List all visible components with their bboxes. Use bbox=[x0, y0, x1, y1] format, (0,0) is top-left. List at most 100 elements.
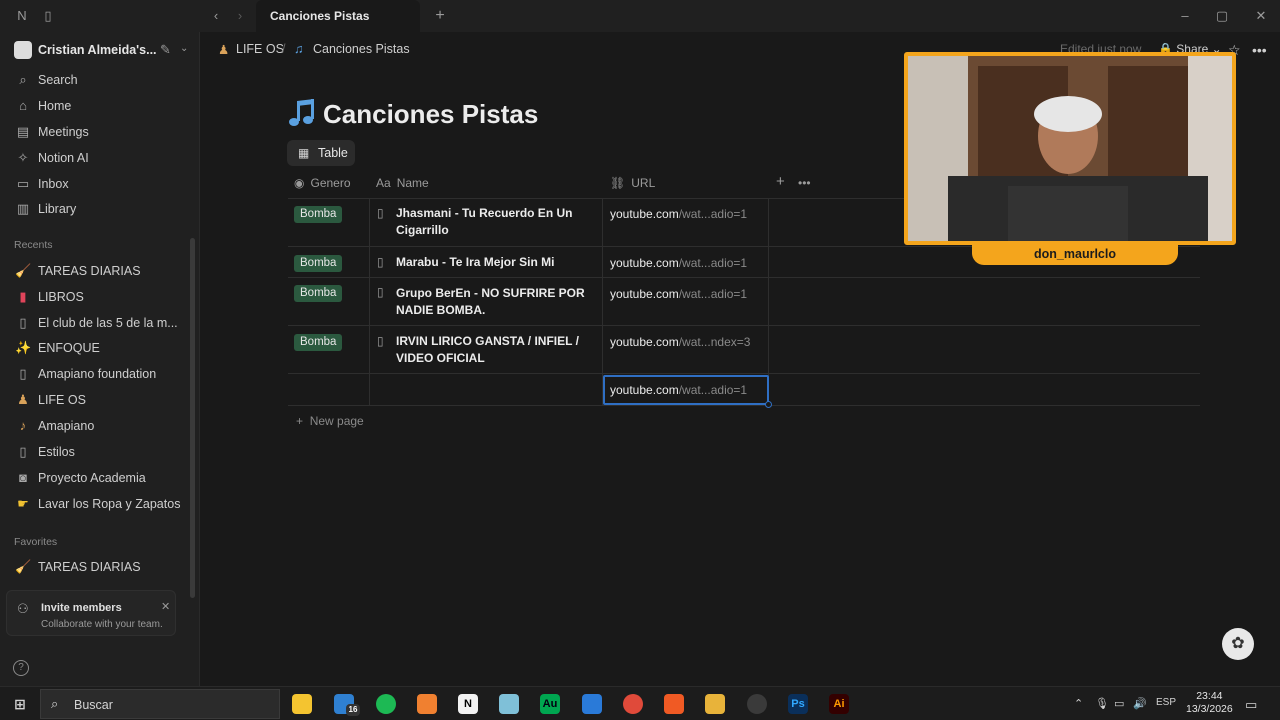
tray-chevron-icon[interactable]: ⌃ bbox=[1074, 697, 1083, 710]
url-path: /wat...adio=1 bbox=[678, 383, 748, 397]
recent-item-life-os[interactable]: ♟ LIFE OS bbox=[8, 388, 188, 412]
document-icon: ▯ bbox=[377, 206, 384, 220]
chrome-icon[interactable] bbox=[623, 694, 643, 714]
taskbar-clock[interactable]: 23:44 13/3/2026 bbox=[1186, 690, 1233, 716]
row-url[interactable]: youtube.com/wat...adio=1 bbox=[610, 383, 747, 397]
new-page-icon[interactable]: ✎ bbox=[160, 42, 171, 58]
spotify-icon[interactable] bbox=[376, 694, 396, 714]
genre-badge[interactable]: Bomba bbox=[294, 206, 343, 223]
sidebar-scrollbar[interactable] bbox=[190, 238, 195, 598]
maximize-icon[interactable]: ▢ bbox=[1212, 8, 1232, 24]
recent-item-amapiano[interactable]: ♪ Amapiano bbox=[8, 414, 188, 438]
notepad-icon[interactable] bbox=[499, 694, 519, 714]
document-icon: ▯ bbox=[377, 334, 384, 348]
new-page-button[interactable]: + New page bbox=[296, 414, 364, 428]
favorites-heading: Favorites bbox=[14, 536, 58, 548]
sidebar-item-label: TAREAS DIARIAS bbox=[38, 264, 141, 278]
recent-item-libros[interactable]: ▮ LIBROS bbox=[8, 285, 188, 309]
workspace-switcher[interactable]: Cristian Almeida's... ✎ ⌄ bbox=[12, 40, 192, 62]
row-name[interactable]: Jhasmani - Tu Recuerdo En Un Cigarrillo bbox=[396, 205, 586, 239]
breadcrumb-separator: / bbox=[282, 42, 286, 56]
forward-arrow-icon[interactable]: › bbox=[232, 8, 248, 24]
favorite-item-tareas[interactable]: 🧹 TAREAS DIARIAS bbox=[8, 555, 188, 579]
notion-window: N ▯ ‹ › Canciones Pistas + – ▢ ✕ Cristia… bbox=[0, 0, 1280, 686]
column-header-url[interactable]: ⛓ URL bbox=[610, 176, 655, 190]
xampp-icon[interactable] bbox=[417, 694, 437, 714]
genre-badge[interactable]: Bomba bbox=[294, 255, 343, 272]
sidebar-item-notion-ai[interactable]: ✧ Notion AI bbox=[8, 146, 188, 170]
sidebar-item-label: El club de las 5 de la m... bbox=[38, 316, 178, 330]
row-url[interactable]: youtube.com/wat...ndex=3 bbox=[610, 335, 750, 349]
search-icon: ⌕ bbox=[51, 696, 59, 711]
recent-item-club[interactable]: ▯ El club de las 5 de la m... bbox=[8, 311, 188, 335]
sidebar-item-label: Notion AI bbox=[38, 151, 89, 165]
row-url[interactable]: youtube.com/wat...adio=1 bbox=[610, 207, 747, 221]
minimize-icon[interactable]: – bbox=[1175, 8, 1195, 23]
sidebar-item-home[interactable]: ⌂ Home bbox=[8, 94, 188, 118]
sidebar-item-search[interactable]: ⌕ Search bbox=[8, 68, 188, 92]
network-icon[interactable]: ▭ bbox=[1114, 697, 1124, 710]
chevron-down-icon[interactable]: ⌄ bbox=[180, 43, 188, 54]
file-explorer-icon[interactable] bbox=[705, 694, 725, 714]
obs-icon[interactable] bbox=[747, 694, 767, 714]
invite-members-card[interactable]: ⚇ Invite members Collaborate with your t… bbox=[6, 590, 176, 636]
music-note-icon[interactable] bbox=[286, 96, 320, 130]
notion-taskbar-icon[interactable]: N bbox=[458, 694, 478, 714]
brave-icon[interactable] bbox=[664, 694, 684, 714]
sidebar-toggle-icon[interactable]: ▯ bbox=[40, 8, 56, 24]
recent-item-enfoque[interactable]: ✨ ENFOQUE bbox=[8, 336, 188, 360]
row-name[interactable]: Grupo BerEn - NO SUFRIRE POR NADIE BOMBA… bbox=[396, 285, 586, 319]
recent-item-tareas[interactable]: 🧹 TAREAS DIARIAS bbox=[8, 259, 188, 283]
sidebar-item-library[interactable]: ▥ Library bbox=[8, 197, 188, 221]
back-arrow-icon[interactable]: ‹ bbox=[208, 8, 224, 24]
resize-handle[interactable] bbox=[765, 401, 772, 408]
column-header-genre[interactable]: ◉ Genero bbox=[294, 176, 351, 190]
recent-item-lavar[interactable]: ☛ Lavar los Ropa y Zapatos bbox=[8, 492, 188, 516]
ai-assistant-button[interactable]: ✿ bbox=[1222, 628, 1254, 660]
audition-icon[interactable]: Au bbox=[540, 694, 560, 714]
recent-item-proyecto[interactable]: ◙ Proyecto Academia bbox=[8, 466, 188, 490]
illustrator-icon[interactable]: Ai bbox=[829, 694, 849, 714]
add-column-icon[interactable]: + bbox=[776, 173, 785, 190]
language-indicator[interactable]: ESP bbox=[1156, 697, 1176, 708]
volume-icon[interactable]: 🔊 bbox=[1133, 697, 1147, 710]
search-placeholder: Buscar bbox=[74, 698, 113, 712]
more-options-icon[interactable]: ••• bbox=[1252, 42, 1267, 58]
row-name[interactable]: IRVIN LIRICO GANSTA / INFIEL / VIDEO OFI… bbox=[396, 333, 586, 367]
webcam-username: don_maurlclo bbox=[972, 243, 1178, 265]
genre-badge[interactable]: Bomba bbox=[294, 334, 343, 351]
store-icon[interactable] bbox=[292, 694, 312, 714]
photoshop-icon[interactable]: Ps bbox=[788, 694, 808, 714]
notifications-icon[interactable]: ▭ bbox=[1245, 697, 1257, 713]
table-divider bbox=[288, 325, 1200, 326]
page-title[interactable]: Canciones Pistas bbox=[323, 99, 538, 130]
sidebar-item-meetings[interactable]: ▤ Meetings bbox=[8, 120, 188, 144]
row-name[interactable]: Marabu - Te Ira Mejor Sin Mi bbox=[396, 254, 586, 271]
close-window-icon[interactable]: ✕ bbox=[1251, 8, 1271, 24]
column-header-name[interactable]: Aa Name bbox=[376, 176, 429, 190]
column-label: Genero bbox=[310, 176, 351, 190]
close-icon[interactable]: ✕ bbox=[161, 600, 170, 613]
windows-start-icon[interactable]: ⊞ bbox=[10, 694, 30, 714]
vscode-icon[interactable] bbox=[582, 694, 602, 714]
row-url[interactable]: youtube.com/wat...adio=1 bbox=[610, 287, 747, 301]
recent-item-estilos[interactable]: ▯ Estilos bbox=[8, 440, 188, 464]
microphone-icon[interactable]: 🎙 bbox=[1095, 697, 1109, 710]
chat-icon: ◙ bbox=[19, 470, 27, 485]
table-divider bbox=[288, 277, 1200, 278]
view-tab-table[interactable]: ▦ Table bbox=[287, 140, 355, 166]
row-url[interactable]: youtube.com/wat...adio=1 bbox=[610, 256, 747, 270]
sparkle-icon: ✨ bbox=[15, 340, 32, 355]
genre-badge[interactable]: Bomba bbox=[294, 285, 343, 302]
help-icon[interactable]: ? bbox=[13, 660, 29, 676]
taskbar-search[interactable]: ⌕ Buscar bbox=[40, 689, 280, 719]
recent-item-amapiano-foundation[interactable]: ▯ Amapiano foundation bbox=[8, 362, 188, 386]
sidebar-item-inbox[interactable]: ▭ Inbox bbox=[8, 172, 188, 196]
column-options-icon[interactable]: ••• bbox=[798, 176, 811, 190]
inbox-icon: ▭ bbox=[16, 176, 30, 191]
breadcrumb-parent[interactable]: LIFE OS bbox=[236, 42, 284, 56]
new-tab-icon[interactable]: + bbox=[432, 8, 448, 24]
breadcrumb-current[interactable]: Canciones Pistas bbox=[313, 42, 410, 56]
tab-canciones-pistas[interactable]: Canciones Pistas bbox=[256, 0, 420, 32]
text-type-icon: Aa bbox=[376, 176, 391, 190]
